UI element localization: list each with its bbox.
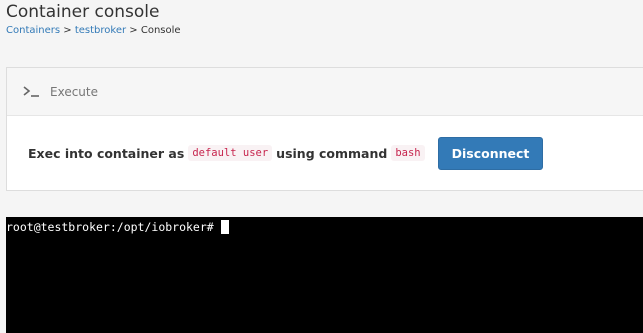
page-title: Container console (6, 2, 160, 22)
disconnect-button[interactable]: Disconnect (437, 136, 544, 170)
execute-panel-header: Execute (7, 68, 643, 116)
terminal-prompt: root@testbroker:/opt/iobroker# (6, 220, 214, 234)
exec-text-prefix: Exec into container as (28, 145, 185, 161)
exec-command-code: bash (391, 145, 425, 161)
terminal[interactable]: root@testbroker:/opt/iobroker# (6, 217, 643, 333)
exec-user-code: default user (188, 145, 273, 161)
breadcrumb-separator: > (63, 25, 75, 36)
execute-panel: Execute Exec into container as default u… (6, 67, 643, 191)
execute-panel-title: Execute (50, 84, 98, 99)
terminal-cursor (220, 220, 229, 234)
breadcrumb-separator: > (129, 25, 141, 36)
breadcrumb-containers-link[interactable]: Containers (6, 25, 60, 36)
terminal-prompt-icon (22, 84, 44, 100)
breadcrumb: Containers > testbroker > Console (6, 24, 181, 38)
exec-text-middle: using command (276, 145, 388, 161)
terminal-line: root@testbroker:/opt/iobroker# (6, 220, 229, 234)
execute-panel-body: Exec into container as default user usin… (7, 116, 643, 190)
breadcrumb-testbroker-link[interactable]: testbroker (75, 25, 126, 36)
container-console-page: Container console Containers > testbroke… (0, 0, 643, 333)
breadcrumb-current: Console (140, 25, 181, 36)
